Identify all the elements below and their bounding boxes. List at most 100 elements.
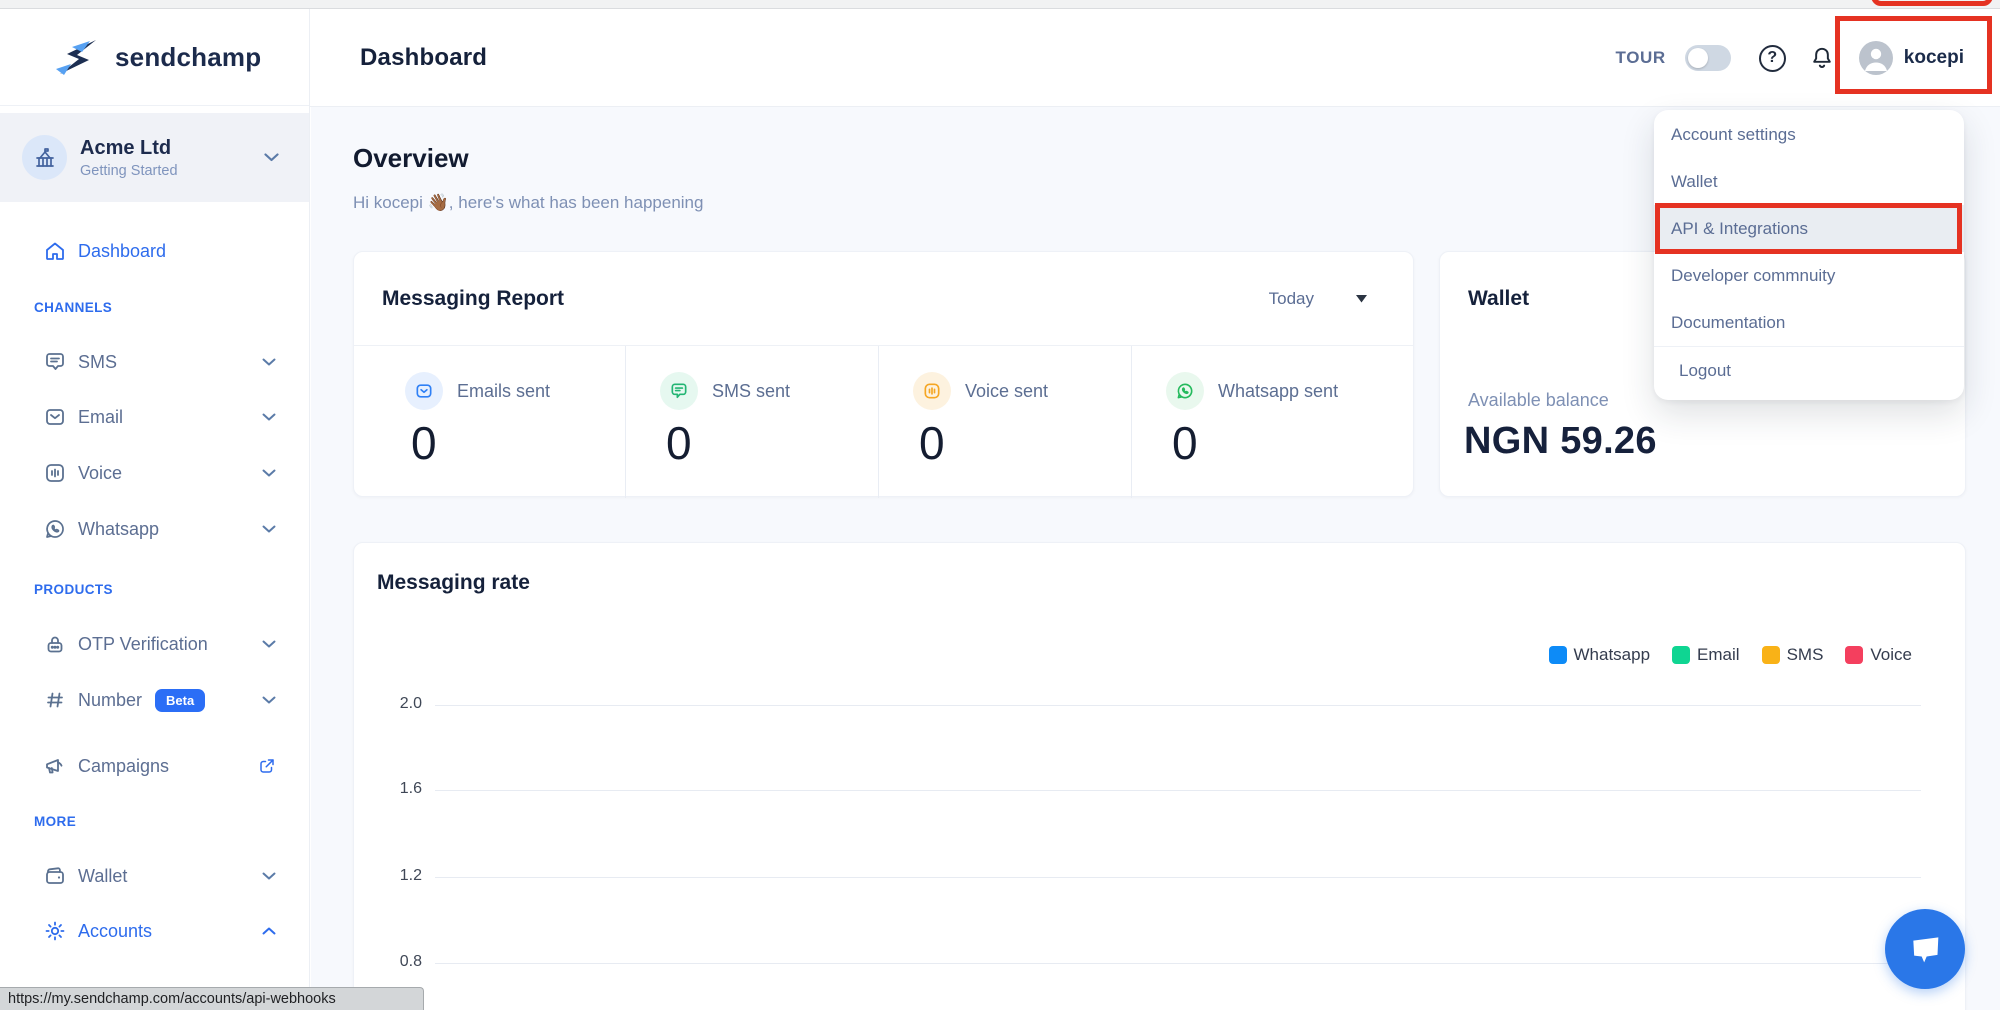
gridline xyxy=(435,877,1921,878)
sidebar-section-channels: CHANNELS xyxy=(34,300,112,320)
sidebar-item-label: Campaigns xyxy=(78,756,169,777)
stat-value: 0 xyxy=(666,418,878,469)
chat-widget-button[interactable] xyxy=(1885,909,1965,989)
chevron-down-icon xyxy=(262,525,276,533)
menu-item-api-integrations[interactable]: API & Integrations xyxy=(1654,205,1964,252)
legend-item-whatsapp[interactable]: Whatsapp xyxy=(1549,645,1651,665)
messaging-report-card: Messaging Report Today Emails sent 0 xyxy=(353,251,1414,497)
stat-emails-sent: Emails sent 0 xyxy=(354,346,625,498)
chevron-down-icon xyxy=(262,696,276,704)
stat-value: 0 xyxy=(919,418,1131,469)
legend-item-voice[interactable]: Voice xyxy=(1845,645,1912,665)
help-icon[interactable]: ? xyxy=(1759,45,1786,72)
username[interactable]: kocepi xyxy=(1904,47,1964,69)
bell-icon[interactable] xyxy=(1809,45,1835,71)
sidebar: sendchamp Acme Ltd Getting Started Da xyxy=(0,9,310,1010)
sidebar-item-wallet[interactable]: Wallet xyxy=(0,848,310,904)
stat-label: SMS sent xyxy=(712,381,790,402)
overview-title: Overview xyxy=(353,143,469,174)
overview-greeting: Hi kocepi 👋🏾, here's what has been happe… xyxy=(353,193,703,213)
whatsapp-sent-icon xyxy=(1166,372,1204,410)
legend-label: Whatsapp xyxy=(1574,645,1651,665)
messaging-report-title: Messaging Report xyxy=(382,287,564,311)
available-balance-value: NGN 59.26 xyxy=(1464,420,1657,463)
legend-label: Voice xyxy=(1870,645,1912,665)
sidebar-item-whatsapp[interactable]: Whatsapp xyxy=(0,501,310,557)
avatar[interactable] xyxy=(1859,41,1893,75)
chevron-down-icon xyxy=(262,872,276,880)
otp-lock-icon xyxy=(42,632,68,656)
home-icon xyxy=(42,239,68,263)
sidebar-item-sms[interactable]: SMS xyxy=(0,334,310,390)
chevron-down-icon xyxy=(262,358,276,366)
page-title: Dashboard xyxy=(360,44,487,72)
header-controls: TOUR ? kocepi xyxy=(1616,9,1964,107)
sidebar-item-email[interactable]: Email xyxy=(0,389,310,445)
building-icon xyxy=(22,135,67,180)
external-link-icon xyxy=(258,757,276,775)
legend-swatch xyxy=(1845,646,1863,664)
y-tick: 1.6 xyxy=(371,780,422,798)
sidebar-item-label: Wallet xyxy=(78,866,127,887)
legend-swatch xyxy=(1672,646,1690,664)
caret-down-icon xyxy=(1356,295,1367,303)
menu-item-documentation[interactable]: Documentation xyxy=(1654,299,1964,346)
stat-label: Voice sent xyxy=(965,381,1048,402)
legend-swatch xyxy=(1762,646,1780,664)
tour-toggle[interactable] xyxy=(1685,45,1731,71)
sidebar-item-campaigns[interactable]: Campaigns xyxy=(0,738,310,794)
period-value: Today xyxy=(1269,289,1314,309)
chevron-down-icon xyxy=(262,413,276,421)
chart-legend: Whatsapp Email SMS Voice xyxy=(1527,645,1913,665)
chevron-down-icon xyxy=(262,640,276,648)
sidebar-item-label: Accounts xyxy=(78,921,152,942)
legend-item-email[interactable]: Email xyxy=(1672,645,1740,665)
menu-item-account-settings[interactable]: Account settings xyxy=(1654,111,1964,158)
legend-item-sms[interactable]: SMS xyxy=(1762,645,1824,665)
whatsapp-icon xyxy=(42,517,68,541)
sidebar-item-voice[interactable]: Voice xyxy=(0,445,310,501)
beta-badge: Beta xyxy=(155,689,205,712)
sidebar-item-label: SMS xyxy=(78,352,117,373)
gridline xyxy=(435,963,1921,964)
chat-bubble-icon xyxy=(1905,930,1945,968)
y-tick: 1.2 xyxy=(371,867,422,885)
sidebar-item-label: Email xyxy=(78,407,123,428)
sidebar-section-more: MORE xyxy=(34,814,76,834)
sms-sent-icon xyxy=(660,372,698,410)
y-tick: 0.8 xyxy=(371,953,422,971)
sms-icon xyxy=(42,350,68,374)
workspace-status: Getting Started xyxy=(80,163,264,179)
menu-item-logout[interactable]: Logout xyxy=(1654,347,1964,394)
y-tick: 2.0 xyxy=(371,695,422,713)
top-header: Dashboard TOUR ? kocepi xyxy=(310,9,2000,107)
sidebar-item-accounts[interactable]: Accounts xyxy=(0,903,310,959)
browser-chrome-edge xyxy=(0,0,2000,9)
period-select[interactable]: Today xyxy=(1269,289,1367,309)
user-dropdown-menu: Account settings Wallet API & Integratio… xyxy=(1654,110,1964,400)
stat-label: Whatsapp sent xyxy=(1218,381,1338,402)
workspace-texts: Acme Ltd Getting Started xyxy=(80,137,264,179)
chevron-up-icon xyxy=(262,927,276,935)
stat-whatsapp-sent: Whatsapp sent 0 xyxy=(1131,346,1413,498)
messaging-rate-title: Messaging rate xyxy=(377,571,530,595)
workspace-name: Acme Ltd xyxy=(80,137,264,160)
sidebar-item-dashboard[interactable]: Dashboard xyxy=(0,223,310,279)
workspace-switcher[interactable]: Acme Ltd Getting Started xyxy=(0,113,309,202)
menu-item-developer-community[interactable]: Developer commnuity xyxy=(1654,252,1964,299)
status-bar: https://my.sendchamp.com/accounts/api-we… xyxy=(0,987,424,1010)
tour-label: TOUR xyxy=(1616,48,1666,68)
stat-label: Emails sent xyxy=(457,381,550,402)
sidebar-item-label: Number xyxy=(78,690,142,711)
emails-sent-icon xyxy=(405,372,443,410)
stat-sms-sent: SMS sent 0 xyxy=(625,346,878,498)
stat-value: 0 xyxy=(1172,418,1413,469)
campaigns-megaphone-icon xyxy=(42,754,68,778)
logo[interactable]: sendchamp xyxy=(0,9,309,106)
menu-item-wallet[interactable]: Wallet xyxy=(1654,158,1964,205)
stat-voice-sent: Voice sent 0 xyxy=(878,346,1131,498)
sidebar-item-number[interactable]: Number Beta xyxy=(0,672,310,728)
wallet-icon xyxy=(42,864,68,888)
toggle-knob xyxy=(1688,48,1708,68)
sidebar-item-otp-verification[interactable]: OTP Verification xyxy=(0,616,310,672)
